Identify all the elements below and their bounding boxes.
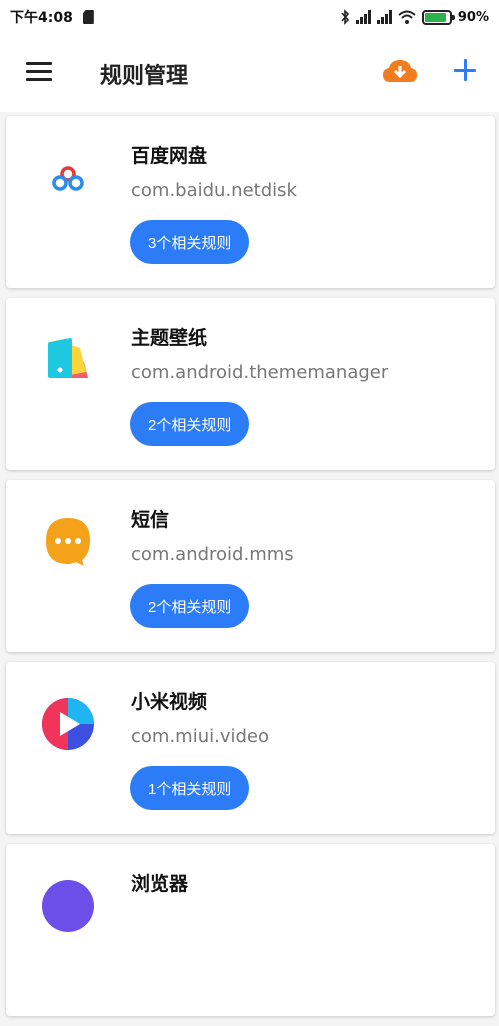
app-name: 百度网盘: [131, 145, 208, 167]
app-name: 浏览器: [131, 873, 189, 895]
status-time: 下午4:08: [10, 10, 73, 26]
rules-count-button[interactable]: 2个相关规则: [130, 402, 250, 446]
battery-percent: 90%: [457, 9, 489, 25]
messages-icon: [46, 518, 90, 566]
battery-fill: [424, 12, 447, 22]
list-item[interactable]: 短信 com.android.mms 2个相关规则: [6, 480, 495, 652]
signal-icon: [376, 10, 392, 24]
mi-video-icon: [42, 698, 94, 750]
bluetooth-icon: [341, 9, 349, 25]
list-item[interactable]: 浏览器: [6, 844, 495, 1016]
app-bar: 规则管理: [0, 34, 499, 112]
app-package: com.miui.video: [131, 726, 269, 747]
app-name: 主题壁纸: [131, 327, 208, 349]
status-bar: 下午4:08 90%: [0, 0, 499, 34]
baidu-netdisk-icon: [52, 166, 84, 191]
list-item[interactable]: 百度网盘 com.baidu.netdisk 3个相关规则: [6, 116, 495, 288]
app-rule-list: 百度网盘 com.baidu.netdisk 3个相关规则 主题壁纸 com.a…: [6, 116, 495, 1026]
app-package: com.baidu.netdisk: [131, 180, 297, 201]
status-icons: 90%: [340, 9, 489, 25]
app-package: com.android.mms: [131, 544, 294, 565]
list-item[interactable]: 主题壁纸 com.android.thememanager 2个相关规则: [6, 298, 495, 470]
theme-manager-icon: [48, 338, 88, 378]
rules-count-button[interactable]: 1个相关规则: [130, 766, 250, 810]
app-name: 小米视频: [131, 691, 208, 713]
rules-count-button[interactable]: 3个相关规则: [130, 220, 250, 264]
app-package: com.android.thememanager: [131, 362, 389, 383]
rules-count-button[interactable]: 2个相关规则: [130, 584, 250, 628]
browser-icon: [42, 880, 94, 932]
battery-icon: [421, 9, 455, 25]
sd-card-icon: [82, 10, 94, 24]
hamburger-menu-icon[interactable]: [26, 62, 52, 82]
app-name: 短信: [131, 509, 170, 531]
list-item[interactable]: 小米视频 com.miui.video 1个相关规则: [6, 662, 495, 834]
cloud-download-icon[interactable]: [382, 58, 418, 86]
wifi-icon: [398, 10, 416, 24]
signal-icon: [355, 10, 371, 24]
add-rule-button[interactable]: [454, 58, 480, 84]
page-title: 规则管理: [100, 64, 189, 89]
